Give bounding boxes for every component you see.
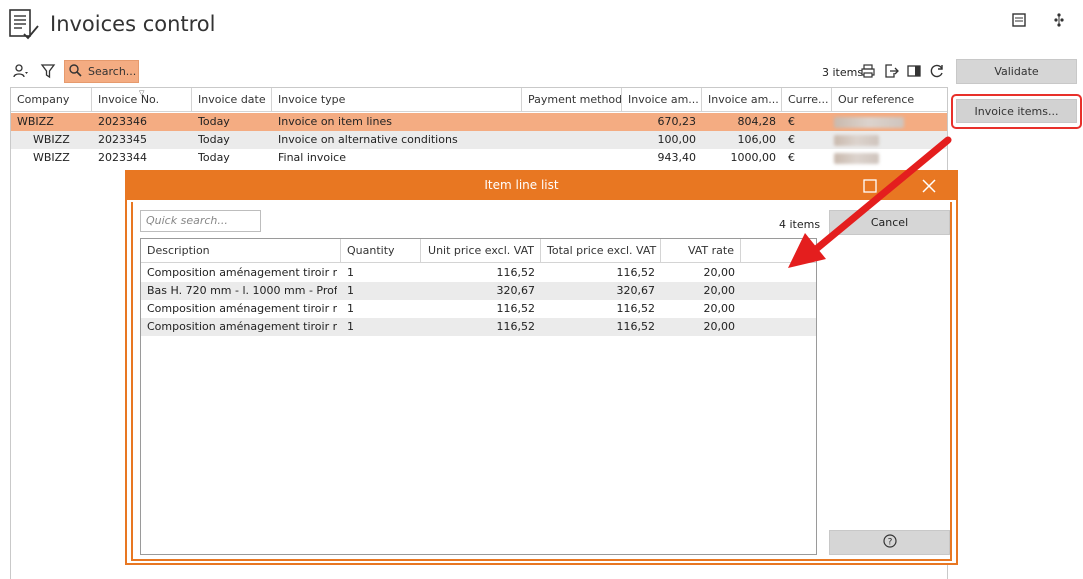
print-preview-icon[interactable] (1010, 11, 1028, 29)
cell-invoice-type: Invoice on alternative conditions (278, 133, 458, 146)
items-count: 4 items (779, 218, 821, 231)
cell-company: WBIZZ (17, 115, 54, 128)
cell-amount-incl: 1000,00 (730, 151, 777, 164)
blurred-reference (834, 153, 879, 164)
table-header: Company Invoice No. Invoice date Invoice… (11, 88, 947, 112)
sort-indicator-icon: ▽ (139, 89, 145, 97)
cancel-button[interactable]: Cancel (829, 210, 950, 235)
cell-unit-price: 116,52 (496, 266, 536, 279)
col-header-our-reference[interactable]: Our reference (832, 88, 947, 112)
maximize-icon[interactable] (861, 177, 879, 195)
cell-quantity: 1 (347, 302, 354, 315)
table-row[interactable]: WBIZZ 2023345 Today Invoice on alternati… (11, 131, 947, 149)
cell-vat-rate: 20,00 (703, 284, 736, 297)
cell-description: Composition aménagement tiroir n° 8 (147, 266, 337, 279)
cell-currency: € (788, 115, 795, 128)
table-row-selected[interactable]: WBIZZ 2023346 Today Invoice on item line… (11, 113, 947, 131)
item-line-list-dialog: Item line list Quick search... 4 items C… (125, 170, 958, 565)
cell-invoice-date: Today (198, 115, 230, 128)
panel-icon[interactable] (906, 63, 922, 79)
invoice-list-icon (8, 8, 42, 42)
col-header-total-price[interactable]: Total price excl. VAT (541, 239, 661, 263)
col-header-invoice-type[interactable]: Invoice type (272, 88, 522, 112)
cell-quantity: 1 (347, 284, 354, 297)
blurred-reference (834, 135, 879, 146)
close-icon[interactable] (920, 177, 938, 195)
question-circle-icon: ? (882, 534, 897, 551)
highlight-frame (951, 94, 1082, 129)
col-header-payment-method[interactable]: Payment method (522, 88, 622, 112)
cell-invoice-date: Today (198, 133, 230, 146)
cell-invoice-no: 2023344 (98, 151, 147, 164)
col-header-vat-rate[interactable]: VAT rate (661, 239, 741, 263)
cell-company: WBIZZ (33, 133, 70, 146)
items-count: 3 items (822, 66, 864, 79)
cell-quantity: 1 (347, 320, 354, 333)
cell-unit-price: 116,52 (496, 320, 536, 333)
cell-company: WBIZZ (33, 151, 70, 164)
tree-structure-icon[interactable] (1050, 11, 1068, 29)
dialog-body: Quick search... 4 items Cancel ? Descrip… (131, 202, 952, 561)
cell-currency: € (788, 151, 795, 164)
cell-description: Composition aménagement tiroir n° 8 (147, 320, 337, 333)
cell-description: Composition aménagement tiroir n° 8 (147, 302, 337, 315)
help-button[interactable]: ? (829, 530, 950, 555)
cell-invoice-type: Final invoice (278, 151, 346, 164)
cell-total-price: 116,52 (616, 302, 656, 315)
col-header-invoice-amount-incl[interactable]: Invoice am... (702, 88, 782, 112)
cell-total-price: 116,52 (616, 266, 656, 279)
list-item[interactable]: Composition aménagement tiroir n° 8 1 11… (141, 318, 816, 336)
page-title: Invoices control (50, 12, 216, 36)
validate-button[interactable]: Validate (956, 59, 1077, 84)
cell-vat-rate: 20,00 (703, 302, 736, 315)
list-item[interactable]: Composition aménagement tiroir n° 8 1 11… (141, 300, 816, 318)
cell-amount-excl: 670,23 (657, 115, 697, 128)
table-row[interactable]: WBIZZ 2023344 Today Final invoice 943,40… (11, 149, 947, 167)
cell-amount-incl: 106,00 (737, 133, 777, 146)
cell-quantity: 1 (347, 266, 354, 279)
cell-unit-price: 320,67 (496, 284, 536, 297)
table-header: Description Quantity Unit price excl. VA… (141, 239, 816, 263)
cell-currency: € (788, 133, 795, 146)
col-header-quantity[interactable]: Quantity (341, 239, 421, 263)
dialog-title: Item line list (484, 178, 559, 192)
cell-vat-rate: 20,00 (703, 266, 736, 279)
col-header-description[interactable]: Description (141, 239, 341, 263)
col-header-currency[interactable]: Curre... (782, 88, 832, 112)
col-header-company[interactable]: Company (11, 88, 92, 112)
search-icon (69, 63, 82, 80)
funnel-icon[interactable] (39, 62, 57, 80)
item-lines-table: Description Quantity Unit price excl. VA… (140, 238, 817, 555)
cell-amount-incl: 804,28 (737, 115, 777, 128)
refresh-icon[interactable] (929, 63, 945, 79)
export-icon[interactable] (883, 63, 899, 79)
cell-description: Bas H. 720 mm - l. 1000 mm - Prof. 5 (147, 284, 337, 297)
col-header-unit-price[interactable]: Unit price excl. VAT (421, 239, 541, 263)
col-header-invoice-date[interactable]: Invoice date (192, 88, 272, 112)
cell-vat-rate: 20,00 (703, 320, 736, 333)
search-label: Search... (88, 65, 137, 78)
cell-total-price: 116,52 (616, 320, 656, 333)
svg-text:?: ? (887, 538, 892, 548)
cell-amount-excl: 100,00 (657, 133, 697, 146)
cancel-label: Cancel (870, 216, 909, 229)
dialog-titlebar[interactable]: Item line list (127, 172, 956, 200)
search-button[interactable]: Search... (64, 60, 139, 83)
cell-unit-price: 116,52 (496, 302, 536, 315)
user-filter-icon[interactable] (12, 62, 30, 80)
cell-invoice-date: Today (198, 151, 230, 164)
cell-invoice-no: 2023346 (98, 115, 147, 128)
blurred-reference (834, 117, 904, 128)
cell-invoice-type: Invoice on item lines (278, 115, 392, 128)
list-item[interactable]: Bas H. 720 mm - l. 1000 mm - Prof. 5 1 3… (141, 282, 816, 300)
cell-amount-excl: 943,40 (657, 151, 697, 164)
quick-search-input[interactable]: Quick search... (140, 210, 261, 232)
print-icon[interactable] (860, 63, 876, 79)
col-header-invoice-amount-excl[interactable]: Invoice am... (622, 88, 702, 112)
cell-total-price: 320,67 (616, 284, 656, 297)
cell-invoice-no: 2023345 (98, 133, 147, 146)
list-item[interactable]: Composition aménagement tiroir n° 8 1 11… (141, 264, 816, 282)
